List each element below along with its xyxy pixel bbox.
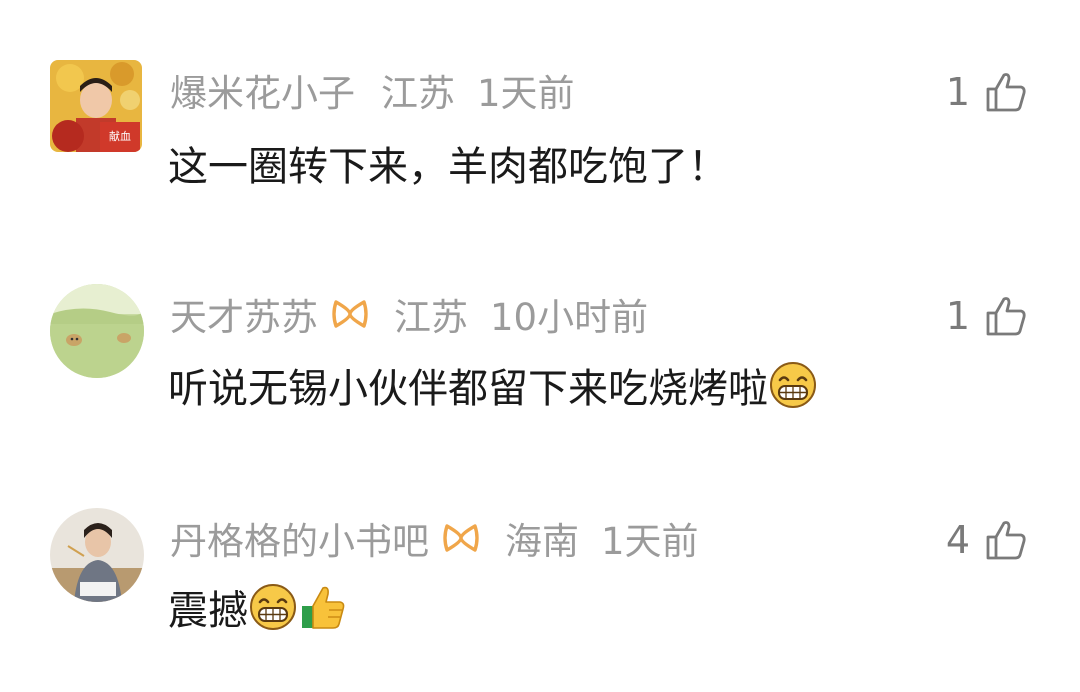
comment-body: 这一圈转下来，羊肉都吃饱了！ xyxy=(168,144,728,190)
username[interactable]: 爆米花小子 xyxy=(170,63,355,117)
thumbs-up-icon xyxy=(986,521,1026,560)
timestamp: 1天前 xyxy=(477,72,575,115)
avatar[interactable] xyxy=(50,508,144,602)
like-button[interactable]: 4 xyxy=(946,512,1028,568)
avatar-badge-text: 献血 xyxy=(109,129,131,143)
username[interactable]: 丹格格的小书吧 xyxy=(170,511,429,565)
comment-text: 震撼 xyxy=(168,574,348,640)
like-button[interactable]: 1 xyxy=(946,64,1028,120)
comment-body: 听说无锡小伙伴都留下来吃烧烤啦 xyxy=(168,366,768,412)
location: 江苏 xyxy=(381,72,455,115)
like-button[interactable]: 1 xyxy=(946,288,1028,344)
grin-emoji xyxy=(770,362,816,408)
location: 江苏 xyxy=(394,296,468,339)
grin-emoji xyxy=(250,584,296,630)
like-count: 1 xyxy=(945,70,970,114)
username[interactable]: 天才苏苏 xyxy=(170,287,318,341)
location: 海南 xyxy=(505,520,579,563)
like-count: 1 xyxy=(945,294,970,338)
thumbs-up-icon xyxy=(986,297,1026,336)
comment-text: 这一圈转下来，羊肉都吃饱了！ xyxy=(168,130,728,196)
timestamp: 1天前 xyxy=(601,520,699,563)
thumbs-up-emoji xyxy=(302,586,345,629)
comment-meta: 天才苏苏 江苏 10小时前 xyxy=(170,286,648,342)
comment-text: 听说无锡小伙伴都留下来吃烧烤啦 xyxy=(168,352,818,418)
comment-body: 震撼 xyxy=(168,588,248,634)
comment-meta: 丹格格的小书吧 海南 1天前 xyxy=(170,510,699,566)
comment-meta: 爆米花小子 江苏 1天前 xyxy=(170,62,575,118)
like-count: 4 xyxy=(945,518,970,562)
vip-ribbon-icon xyxy=(443,524,479,552)
vip-ribbon-icon xyxy=(332,300,368,328)
avatar[interactable]: 献血 xyxy=(50,60,142,152)
avatar[interactable] xyxy=(50,284,144,378)
timestamp: 10小时前 xyxy=(490,296,649,339)
thumbs-up-icon xyxy=(986,73,1026,112)
